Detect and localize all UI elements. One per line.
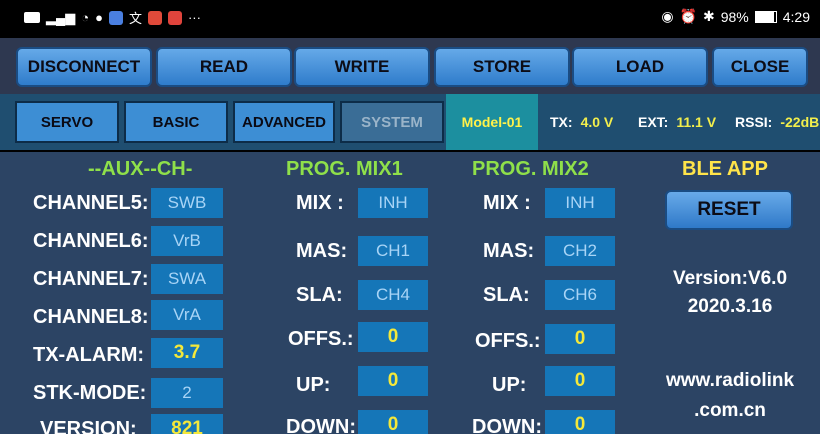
mix2-offs-value[interactable]: 0 bbox=[545, 324, 615, 354]
stk-mode-label: STK-MODE: bbox=[33, 382, 147, 404]
app-icon bbox=[108, 10, 123, 25]
tab-system[interactable]: SYSTEM bbox=[340, 101, 444, 143]
top-nav-bar: DISCONNECT READ WRITE STORE LOAD CLOSE bbox=[0, 38, 820, 94]
mix2-sla-label: SLA: bbox=[483, 284, 530, 306]
tab-advanced[interactable]: ADVANCED bbox=[233, 101, 335, 143]
rssi-label: RSSI: bbox=[735, 114, 773, 130]
website-line2[interactable]: .com.cn bbox=[640, 400, 820, 422]
stk-mode-value[interactable]: 2 bbox=[151, 378, 223, 408]
system-panel: --AUX--CH- CHANNEL5: SWB CHANNEL6: VrB C… bbox=[0, 152, 820, 434]
model-label: Model-01 bbox=[446, 94, 538, 150]
mix1-mas-label: MAS: bbox=[296, 240, 348, 262]
tx-alarm-value[interactable]: 3.7 bbox=[151, 338, 223, 368]
ext-voltage: EXT: 11.1 V bbox=[638, 94, 716, 150]
read-button[interactable]: READ bbox=[156, 47, 292, 87]
rssi-value: -22dBm bbox=[780, 114, 820, 130]
mix2-mas-value[interactable]: CH2 bbox=[545, 236, 615, 266]
mix2-mix-label: MIX : bbox=[483, 192, 531, 214]
version-label: VERSION: bbox=[40, 418, 137, 434]
mix1-offs-value[interactable]: 0 bbox=[358, 322, 428, 352]
hd-icon bbox=[24, 12, 40, 23]
tab-basic[interactable]: BASIC bbox=[124, 101, 228, 143]
mix1-up-value[interactable]: 0 bbox=[358, 366, 428, 396]
more-indicator: ··· bbox=[187, 10, 201, 25]
channel8-value[interactable]: VrA bbox=[151, 300, 223, 330]
chat-icon: ● bbox=[95, 10, 103, 25]
mix1-sla-value[interactable]: CH4 bbox=[358, 280, 428, 310]
close-button[interactable]: CLOSE bbox=[712, 47, 808, 87]
tab-bar: SERVO BASIC ADVANCED SYSTEM Model-01 TX:… bbox=[0, 94, 820, 150]
website-line1[interactable]: www.radiolink bbox=[640, 370, 820, 392]
mix1-mix-value[interactable]: INH bbox=[358, 188, 428, 218]
battery-percent: 98% bbox=[720, 8, 749, 25]
ext-label: EXT: bbox=[638, 114, 669, 130]
translate-icon: 文 bbox=[128, 11, 142, 26]
bluetooth-icon: ✱ bbox=[702, 8, 715, 24]
mix1-up-label: UP: bbox=[296, 374, 331, 396]
status-right: ◉ ⏰ ✱ 98% 4:29 bbox=[661, 8, 810, 25]
wifi-icon: ◔ bbox=[81, 10, 90, 25]
mix1-sla-label: SLA: bbox=[296, 284, 343, 306]
version-value: 821 bbox=[151, 414, 223, 434]
ext-value: 11.1 V bbox=[676, 114, 717, 130]
alarm-icon: ⏰ bbox=[679, 8, 697, 24]
channel5-value[interactable]: SWB bbox=[151, 188, 223, 218]
mix2-up-label: UP: bbox=[492, 374, 527, 396]
mix2-down-label: DOWN: bbox=[472, 416, 542, 434]
channel7-value[interactable]: SWA bbox=[151, 264, 223, 294]
mix2-mas-label: MAS: bbox=[483, 240, 535, 262]
store-button[interactable]: STORE bbox=[434, 47, 570, 87]
mix1-mas-value[interactable]: CH1 bbox=[358, 236, 428, 266]
eye-icon: ◉ bbox=[661, 8, 674, 24]
tx-voltage: TX: 4.0 V bbox=[550, 94, 613, 150]
tx-label: TX: bbox=[550, 114, 573, 130]
tab-servo[interactable]: SERVO bbox=[15, 101, 119, 143]
mix2-sla-value[interactable]: CH6 bbox=[545, 280, 615, 310]
prog-mix2-title: PROG. MIX2 bbox=[472, 158, 589, 180]
status-bar: ▂▄▆ ◔ ● 文 ··· ◉ ⏰ ✱ 98% 4:29 bbox=[0, 0, 820, 34]
rssi: RSSI: -22dBm bbox=[735, 94, 820, 150]
channel7-label: CHANNEL7: bbox=[33, 268, 149, 290]
mix2-offs-label: OFFS.: bbox=[475, 330, 541, 352]
channel5-label: CHANNEL5: bbox=[33, 192, 149, 214]
mix1-mix-label: MIX : bbox=[296, 192, 344, 214]
disconnect-button[interactable]: DISCONNECT bbox=[16, 47, 152, 87]
channel6-label: CHANNEL6: bbox=[33, 230, 149, 252]
aux-ch-title: --AUX--CH- bbox=[88, 158, 193, 180]
load-button[interactable]: LOAD bbox=[572, 47, 708, 87]
mix1-down-value[interactable]: 0 bbox=[358, 410, 428, 434]
channel8-label: CHANNEL8: bbox=[33, 306, 149, 328]
channel6-value[interactable]: VrB bbox=[151, 226, 223, 256]
clock-time: 4:29 bbox=[782, 8, 810, 25]
tx-value: 4.0 V bbox=[580, 114, 614, 130]
ble-app-title: BLE APP bbox=[682, 158, 768, 180]
status-left: ▂▄▆ ◔ ● 文 ··· bbox=[24, 8, 201, 27]
mix1-down-label: DOWN: bbox=[286, 416, 356, 434]
signal-icon: ▂▄▆ bbox=[46, 9, 76, 25]
app-icon-2 bbox=[147, 10, 162, 25]
version-info: Version:V6.0 bbox=[672, 268, 788, 289]
mix2-down-value[interactable]: 0 bbox=[545, 410, 615, 434]
reset-button[interactable]: RESET bbox=[665, 190, 793, 230]
mix2-mix-value[interactable]: INH bbox=[545, 188, 615, 218]
prog-mix1-title: PROG. MIX1 bbox=[286, 158, 403, 180]
mix1-offs-label: OFFS.: bbox=[288, 328, 354, 350]
version-date: 2020.3.16 bbox=[687, 296, 773, 317]
app-icon-3 bbox=[167, 10, 182, 25]
battery-icon bbox=[754, 10, 777, 23]
mix2-up-value[interactable]: 0 bbox=[545, 366, 615, 396]
tx-alarm-label: TX-ALARM: bbox=[33, 344, 145, 366]
write-button[interactable]: WRITE bbox=[294, 47, 430, 87]
